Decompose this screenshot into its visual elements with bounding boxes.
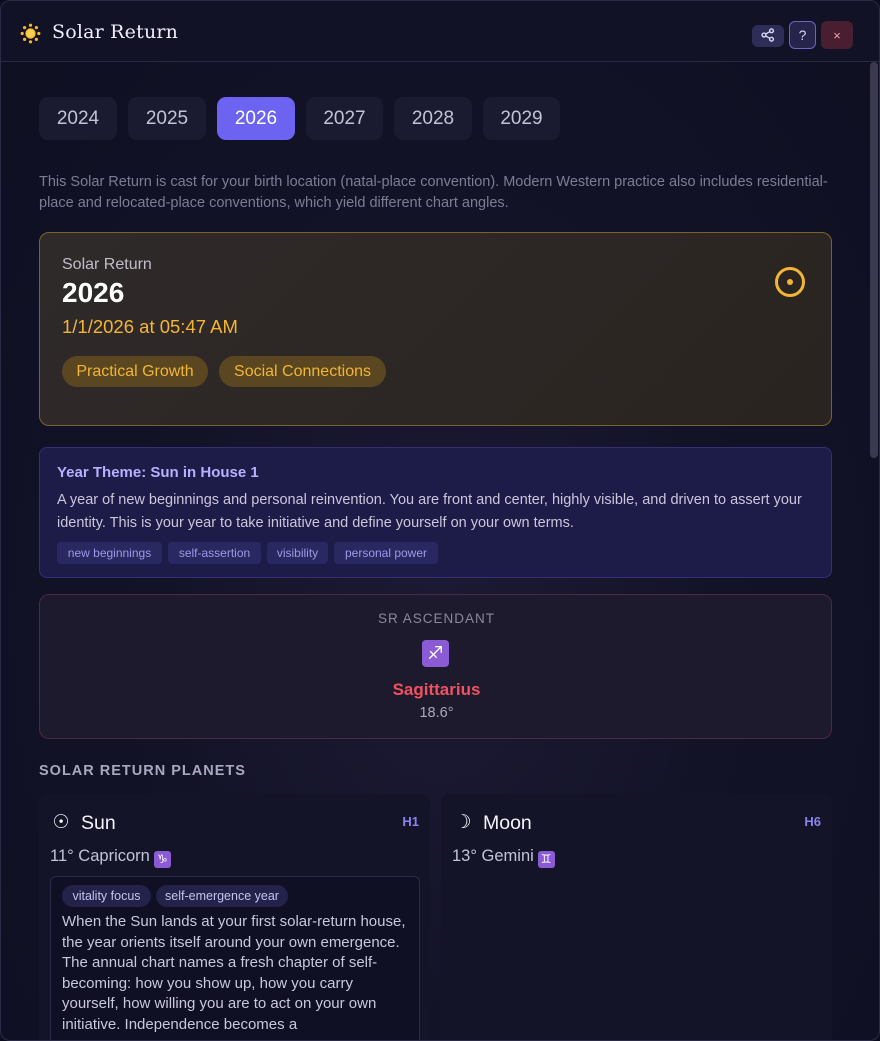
share-icon <box>761 27 775 45</box>
ascendant-degree: 18.6° <box>419 705 454 721</box>
sagittarius-icon: ♐ <box>422 640 449 667</box>
window-title: Solar Return <box>52 21 179 43</box>
sun-symbol-icon <box>775 267 805 297</box>
planet-name: Sun <box>81 812 116 834</box>
year-theme-title: Year Theme: Sun in House 1 <box>57 464 259 481</box>
planet-name: Moon <box>483 812 532 834</box>
year-theme-tag: visibility <box>267 542 328 564</box>
solar-return-summary-card: Solar Return 2026 1/1/2026 at 05:47 AM P… <box>39 232 832 426</box>
ascendant-card: SR ASCENDANT ♐ Sagittarius 18.6° <box>39 594 832 739</box>
tab-2027[interactable]: 2027 <box>306 97 383 140</box>
planet-position: 11° Capricorn ♑ <box>50 847 171 868</box>
planet-tag: vitality focus <box>62 885 151 907</box>
sun-icon: ☉ <box>52 812 70 833</box>
capricorn-icon: ♑ <box>153 851 171 868</box>
planet-card-sun[interactable]: ☉ Sun H1 11° Capricorn ♑ vitality focus s… <box>39 794 430 1040</box>
location-convention-note: This Solar Return is cast for your birth… <box>39 174 828 211</box>
window-header: Solar Return ? × <box>1 1 879 62</box>
tab-2029[interactable]: 2029 <box>483 97 560 140</box>
ascendant-sign: Sagittarius <box>392 680 481 699</box>
summary-datetime: 1/1/2026 at 05:47 AM <box>62 316 238 337</box>
year-tabs: 2024 2025 2026 2027 2028 2029 <box>39 97 560 140</box>
planet-position-text: 13° Gemini <box>452 847 534 865</box>
tab-2025[interactable]: 2025 <box>128 97 206 140</box>
year-theme-card: Year Theme: Sun in House 1 A year of new… <box>39 447 832 578</box>
planet-interpretation-text: When the Sun lands at your first solar-r… <box>62 913 406 1033</box>
year-theme-tag: personal power <box>334 542 438 564</box>
tab-2026[interactable]: 2026 <box>217 97 295 140</box>
ascendant-label: SR ASCENDANT <box>377 611 496 626</box>
year-theme-body: A year of new beginnings and personal re… <box>57 492 802 531</box>
planet-position-text: 11° Capricorn <box>50 847 150 865</box>
summary-label: Solar Return <box>62 256 152 273</box>
planet-interpretation: vitality focus self-emergence year When … <box>50 876 420 1040</box>
sun-emoji-icon <box>20 23 41 44</box>
summary-year: 2026 <box>62 277 125 308</box>
theme-pill: Social Connections <box>219 356 386 387</box>
planet-house: H1 <box>402 814 419 829</box>
help-button[interactable]: ? <box>789 21 816 49</box>
planet-house: H6 <box>804 814 821 829</box>
close-button[interactable]: × <box>821 21 853 49</box>
theme-pill: Practical Growth <box>62 356 208 387</box>
scrollbar-thumb[interactable] <box>870 62 878 458</box>
tab-2024[interactable]: 2024 <box>39 97 117 140</box>
moon-icon: ☽ <box>454 812 472 833</box>
planet-card-moon[interactable]: ☽ Moon H6 13° Gemini ♊ <box>441 794 832 1040</box>
planet-position: 13° Gemini ♊ <box>452 847 555 868</box>
year-theme-tag: new beginnings <box>57 542 162 564</box>
planet-tag: self-emergence year <box>156 885 288 907</box>
planets-section-title: SOLAR RETURN PLANETS <box>39 763 246 779</box>
gemini-icon: ♊ <box>537 851 555 868</box>
solar-return-window: Solar Return ? × 2024 2025 2026 2027 202… <box>0 0 880 1041</box>
year-theme-tag: self-assertion <box>168 542 261 564</box>
share-button[interactable] <box>752 25 784 47</box>
tab-2028[interactable]: 2028 <box>394 97 472 140</box>
